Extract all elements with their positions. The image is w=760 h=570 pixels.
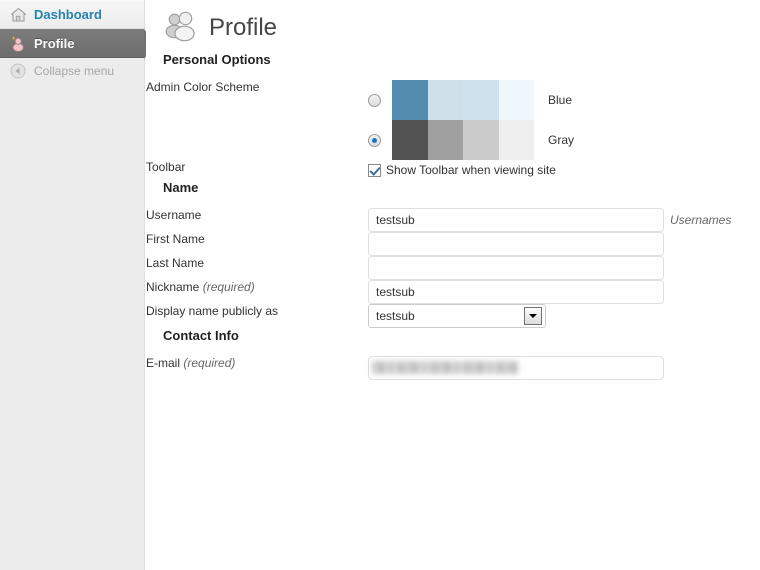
color-scheme-option-blue[interactable]: Blue	[368, 80, 746, 120]
sidebar-collapse-menu-label: Collapse menu	[34, 64, 115, 78]
color-scheme-radio-gray[interactable]	[368, 133, 381, 147]
sidebar-item-profile[interactable]: Profile	[0, 29, 156, 59]
display-name-select[interactable]: testsub	[368, 304, 546, 328]
first-name-field-cell	[368, 232, 746, 256]
username-field-cell: Usernames	[368, 208, 746, 232]
email-redacted-overlay	[372, 361, 519, 374]
username-field-inline: Usernames	[368, 208, 746, 232]
users-icon	[163, 11, 199, 46]
section-heading-contact-info: Contact Info	[163, 328, 239, 343]
color-scheme-swatches-gray	[392, 120, 534, 160]
color-scheme-swatches-blue	[392, 80, 534, 120]
username-label: Username	[146, 208, 202, 222]
last-name-label: Last Name	[146, 256, 205, 270]
toolbar-field: Show Toolbar when viewing site	[368, 160, 746, 180]
color-scheme-radio-gray-wrap	[368, 133, 392, 147]
swatch-blue-4	[498, 80, 534, 120]
nickname-row: Nickname (required)	[146, 280, 746, 304]
collapse-left-icon	[8, 61, 28, 81]
email-field-cell	[368, 356, 746, 380]
sidebar-item-dashboard-label: Dashboard	[34, 7, 102, 22]
nickname-input[interactable]	[368, 280, 664, 304]
username-input[interactable]	[368, 208, 664, 232]
swatch-blue-1	[392, 80, 428, 120]
first-name-row: First Name	[146, 232, 746, 256]
display-name-selected-value: testsub	[376, 309, 415, 323]
nickname-field-cell	[368, 280, 746, 304]
page-header: Profile	[146, 0, 760, 48]
sidebar-item-dashboard[interactable]: Dashboard	[0, 0, 144, 29]
email-label: E-mail (required)	[146, 356, 368, 380]
username-help-text: Usernames	[670, 213, 732, 227]
admin-sidebar: Dashboard Profile Collapse menu	[0, 0, 156, 570]
username-row: Username Usernames	[146, 208, 746, 232]
toolbar-label: Toolbar	[146, 160, 186, 174]
admin-color-scheme-row: Admin Color Scheme Blue Gray	[146, 80, 746, 160]
display-name-field-cell: testsub	[368, 304, 746, 328]
last-name-input[interactable]	[368, 256, 664, 280]
first-name-label: First Name	[146, 232, 205, 246]
display-name-label: Display name publicly as	[146, 304, 279, 318]
swatch-gray-1	[392, 120, 428, 160]
nickname-required-note: (required)	[202, 280, 255, 294]
contact-info-table: E-mail (required)	[146, 356, 746, 380]
user-icon	[8, 33, 28, 53]
color-scheme-option-gray[interactable]: Gray	[368, 120, 746, 160]
swatch-blue-2	[427, 80, 463, 120]
color-scheme-radio-blue-wrap	[368, 93, 392, 107]
email-row: E-mail (required)	[146, 356, 746, 380]
swatch-blue-3	[463, 80, 499, 120]
color-scheme-name-blue: Blue	[548, 93, 573, 107]
chevron-down-icon[interactable]	[524, 307, 542, 325]
last-name-field-cell	[368, 256, 746, 280]
color-scheme-name-gray: Gray	[548, 133, 575, 147]
sidebar-item-profile-label: Profile	[34, 35, 75, 51]
show-toolbar-checkbox[interactable]	[368, 163, 381, 177]
nickname-label: Nickname (required)	[146, 280, 368, 304]
last-name-row: Last Name	[146, 256, 746, 280]
email-label-text: E-mail	[146, 356, 181, 370]
nickname-label-text: Nickname	[146, 280, 200, 294]
swatch-gray-2	[427, 120, 463, 160]
home-icon	[8, 5, 28, 25]
display-name-row: Display name publicly as testsub	[146, 304, 746, 328]
swatch-gray-3	[463, 120, 499, 160]
toolbar-row: Toolbar Show Toolbar when viewing site	[146, 160, 746, 180]
admin-profile-page: Dashboard Profile Collapse menu Profile …	[0, 0, 760, 570]
show-toolbar-checkbox-row[interactable]: Show Toolbar when viewing site	[368, 160, 746, 180]
main-content: Profile Personal Options Admin Color Sch…	[146, 0, 760, 570]
page-title: Profile	[209, 14, 278, 41]
personal-options-table: Admin Color Scheme Blue Gray Toolbar Sho…	[146, 80, 746, 180]
color-scheme-radio-blue[interactable]	[368, 93, 381, 107]
name-table: Username Usernames First Name Last Name	[146, 208, 746, 328]
swatch-gray-4	[498, 120, 534, 160]
show-toolbar-checkbox-label: Show Toolbar when viewing site	[386, 163, 556, 177]
email-input-wrap	[368, 356, 664, 380]
admin-color-scheme-options: Blue Gray	[368, 80, 746, 160]
email-required-note: (required)	[183, 356, 236, 370]
section-heading-name: Name	[163, 180, 199, 195]
first-name-input[interactable]	[368, 232, 664, 256]
admin-color-scheme-label: Admin Color Scheme	[146, 80, 260, 94]
sidebar-collapse-menu[interactable]: Collapse menu	[0, 58, 144, 84]
section-heading-personal-options: Personal Options	[163, 52, 271, 67]
